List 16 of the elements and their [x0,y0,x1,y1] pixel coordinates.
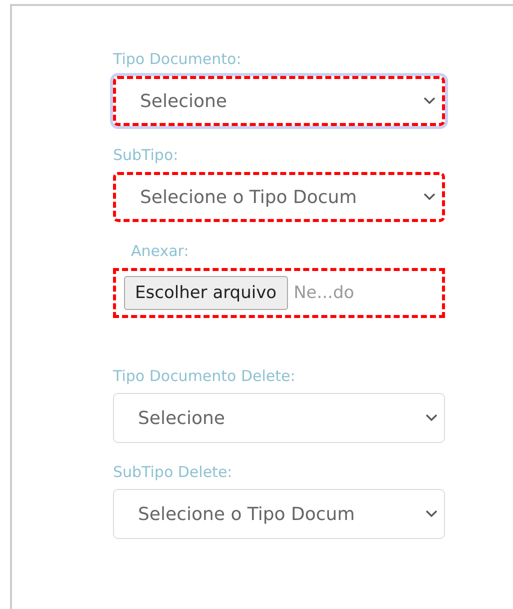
field-label: SubTipo Delete: [113,462,234,483]
chevron-down-icon [425,414,438,422]
field-label: Tipo Documento Delete: [113,366,296,387]
field-label: Tipo Documento: [113,49,242,70]
chevron-down-icon [423,193,436,201]
select-field[interactable]: Selecione o Tipo Docum [113,489,445,539]
field-label: Anexar: [131,241,190,262]
select-field[interactable]: Selecione [113,393,445,443]
choose-file-button[interactable]: Escolher arquivo [124,276,288,310]
chevron-down-icon [423,97,436,105]
select-field[interactable]: Selecione o Tipo Docum [113,172,445,222]
field-label: SubTipo: [113,145,180,166]
select-field[interactable]: Selecione [113,76,445,126]
chevron-down-icon [425,510,438,518]
file-name: Ne...do [294,283,354,303]
file-input[interactable]: Escolher arquivo Ne...do [113,268,445,318]
